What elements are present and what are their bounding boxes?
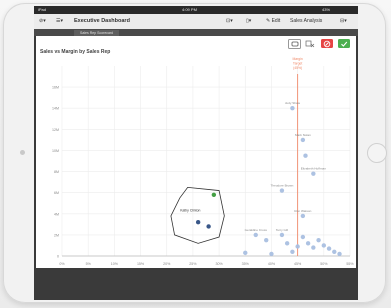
status-bar: iPad 4:09 PM 43% bbox=[34, 6, 358, 14]
data-point bbox=[326, 246, 332, 251]
y-tick-label: 14M bbox=[52, 107, 59, 111]
data-point-label: Mark Nolan bbox=[295, 133, 311, 137]
data-point bbox=[311, 245, 316, 250]
x-tick-label: 20% bbox=[163, 262, 171, 266]
y-tick-label: 8M bbox=[54, 170, 59, 174]
data-point bbox=[195, 220, 201, 225]
data-point bbox=[311, 171, 316, 176]
data-point bbox=[264, 237, 269, 243]
edit-button[interactable]: ✎ Edit bbox=[266, 14, 280, 29]
data-point bbox=[321, 243, 327, 248]
x-tick-label: 50% bbox=[320, 262, 328, 266]
sheet-nav-icon[interactable]: ⊟▾ bbox=[340, 14, 347, 29]
x-tick-label: 55% bbox=[346, 262, 354, 266]
x-tick-label: 0% bbox=[59, 262, 65, 266]
app-screen: iPad 4:09 PM 43% ⊘▾ ☰▾ Executive Dashboa… bbox=[34, 6, 358, 300]
bookmark-icon[interactable]: ⊡▾ bbox=[226, 14, 233, 29]
data-point bbox=[300, 234, 306, 240]
carrier-label: iPad bbox=[38, 7, 47, 12]
data-point-label: Terry Gill bbox=[276, 228, 289, 232]
app-title: Executive Dashboard bbox=[74, 18, 130, 24]
data-point-label: Ron Watson bbox=[294, 209, 311, 213]
data-point bbox=[269, 251, 274, 257]
data-point bbox=[300, 213, 306, 219]
data-point bbox=[279, 232, 285, 238]
sheet-title: Sales Analysis bbox=[290, 18, 323, 24]
data-point bbox=[305, 241, 311, 246]
battery-level: 43% bbox=[322, 7, 331, 12]
x-tick-label: 15% bbox=[137, 262, 145, 266]
data-point bbox=[243, 250, 248, 256]
data-point bbox=[295, 244, 300, 249]
clock: 4:09 PM bbox=[182, 7, 197, 12]
y-tick-label: 6M bbox=[54, 191, 59, 195]
data-point-label: Theodore Brown bbox=[270, 184, 293, 188]
scatter-chart[interactable]: 0 2M 4M 6M 8M 10M 12M 14M 16M 0% 5% 10% 15% 20% 25% 30%… bbox=[36, 36, 356, 268]
x-tick-label: 5% bbox=[86, 262, 92, 266]
margin-target-label: Target bbox=[293, 62, 302, 66]
list-menu-icon[interactable]: ☰▾ bbox=[56, 14, 63, 29]
data-point-label: Geraldine Cross bbox=[245, 228, 268, 232]
y-tick-label: 0 bbox=[57, 255, 59, 259]
data-point-label: Elizabeth Hoffman bbox=[301, 167, 327, 171]
margin-target-label: Margin bbox=[292, 57, 302, 61]
x-tick-label: 45% bbox=[294, 262, 302, 266]
app-toolbar: ⊘▾ ☰▾ Executive Dashboard ⊡▾ ▯▾ ✎ Edit S… bbox=[34, 14, 358, 30]
sheet-bar: Sales Rep Scorecard bbox=[34, 29, 358, 36]
data-point bbox=[337, 251, 342, 257]
data-point-label: Judy Shaw bbox=[285, 101, 301, 105]
lasso-selection-label: Kathy Clinton bbox=[180, 209, 200, 213]
data-point bbox=[316, 237, 321, 243]
x-tick-label: 35% bbox=[242, 262, 250, 266]
screen-footer bbox=[36, 268, 356, 300]
home-button[interactable] bbox=[367, 143, 387, 163]
edit-label: Edit bbox=[271, 18, 281, 24]
y-tick-label: 2M bbox=[54, 233, 59, 237]
data-point bbox=[290, 249, 295, 254]
data-point bbox=[211, 192, 217, 197]
data-point bbox=[206, 224, 211, 229]
data-point bbox=[290, 106, 295, 111]
y-tick-label: 16M bbox=[52, 86, 59, 90]
data-point bbox=[300, 137, 306, 143]
y-tick-label: 4M bbox=[54, 212, 59, 216]
chart-panel: Sales vs Margin by Sales Rep 0 2M 4M 6M 8M 10… bbox=[36, 36, 356, 268]
data-point bbox=[332, 249, 337, 254]
x-tick-label: 40% bbox=[268, 262, 276, 266]
story-icon[interactable]: ▯▾ bbox=[246, 14, 251, 29]
y-tick-label: 12M bbox=[52, 128, 59, 132]
data-point bbox=[284, 241, 290, 246]
data-point bbox=[253, 232, 258, 238]
margin-target-label: (45%) bbox=[293, 66, 302, 70]
x-tick-label: 25% bbox=[189, 262, 197, 266]
data-point bbox=[303, 153, 308, 158]
data-point bbox=[279, 188, 285, 193]
x-tick-label: 10% bbox=[111, 262, 119, 266]
tablet-device: iPad 4:09 PM 43% ⊘▾ ☰▾ Executive Dashboa… bbox=[0, 0, 391, 308]
y-tick-label: 10M bbox=[52, 149, 59, 153]
x-tick-label: 30% bbox=[215, 262, 223, 266]
tablet-camera bbox=[20, 150, 25, 155]
global-menu-icon[interactable]: ⊘▾ bbox=[39, 14, 46, 29]
